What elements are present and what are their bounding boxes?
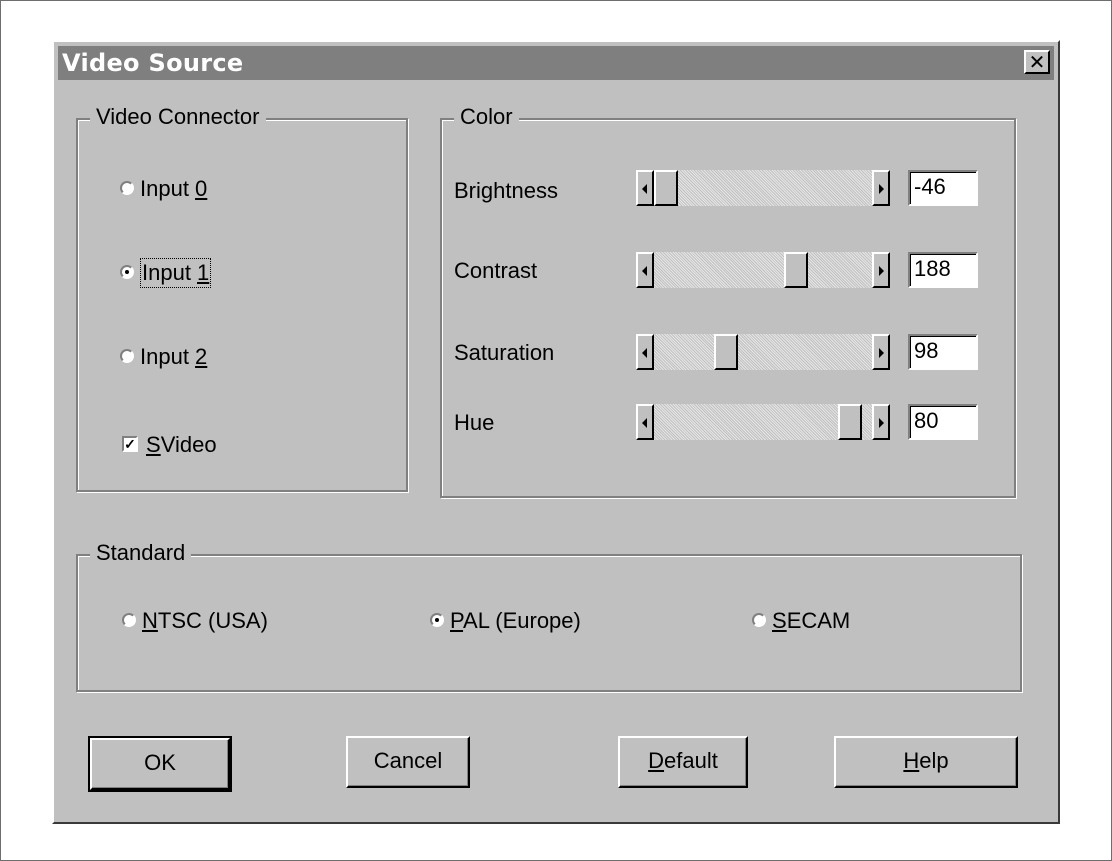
help-button[interactable]: Help: [834, 736, 1018, 788]
input-2-radio[interactable]: Input 2: [120, 342, 270, 372]
svideo-label: SVideo: [146, 432, 217, 457]
cancel-button[interactable]: Cancel: [346, 736, 470, 788]
scroll-right-arrow-icon[interactable]: [872, 252, 890, 288]
scroll-right-arrow-icon[interactable]: [872, 170, 890, 206]
video-connector-legend: Video Connector: [90, 104, 266, 130]
title-bar: Video Source ✕: [58, 46, 1054, 80]
slider-thumb[interactable]: [714, 334, 739, 370]
secam-label: SECAM: [772, 608, 851, 633]
radio-indicator: [120, 349, 134, 363]
input-0-radio[interactable]: Input 0: [120, 174, 270, 204]
ntsc-radio[interactable]: NTSC (USA): [122, 606, 362, 636]
svideo-checkbox[interactable]: ✓ SVideo: [122, 430, 272, 460]
contrast-label: Contrast: [454, 258, 538, 283]
hue-slider[interactable]: [636, 404, 890, 440]
window-title: Video Source: [62, 49, 244, 77]
saturation-slider[interactable]: [636, 334, 890, 370]
hue-label: Hue: [454, 410, 495, 435]
radio-indicator: [122, 613, 136, 627]
input-1-radio[interactable]: Input 1: [120, 258, 270, 288]
video-source-dialog: Video Source ✕ Video Connector Input 0 I…: [52, 40, 1060, 824]
input-1-label: Input 1: [139, 258, 212, 288]
color-legend: Color: [454, 104, 519, 130]
saturation-value[interactable]: 98: [908, 334, 978, 370]
default-button[interactable]: Default: [618, 736, 748, 788]
scroll-right-arrow-icon[interactable]: [872, 334, 890, 370]
standard-group: Standard NTSC (USA) PAL (Europe) SECAM: [76, 540, 1022, 692]
ok-button[interactable]: OK: [88, 736, 232, 792]
hue-value[interactable]: 80: [908, 404, 978, 440]
scroll-left-arrow-icon[interactable]: [636, 252, 654, 288]
check-mark-icon: ✓: [122, 436, 138, 452]
video-connector-group: Video Connector Input 0 Input 1 Input 2 …: [76, 104, 408, 492]
brightness-label: Brightness: [454, 178, 558, 203]
secam-radio[interactable]: SECAM: [752, 606, 952, 636]
saturation-label: Saturation: [454, 340, 555, 365]
brightness-value[interactable]: -46: [908, 170, 978, 206]
radio-indicator: [752, 613, 766, 627]
input-2-label: Input 2: [140, 344, 208, 369]
pal-radio[interactable]: PAL (Europe): [430, 606, 670, 636]
contrast-slider[interactable]: [636, 252, 890, 288]
scroll-right-arrow-icon[interactable]: [872, 404, 890, 440]
pal-label: PAL (Europe): [450, 608, 581, 633]
scroll-left-arrow-icon[interactable]: [636, 334, 654, 370]
close-button[interactable]: ✕: [1024, 50, 1050, 74]
contrast-value[interactable]: 188: [908, 252, 978, 288]
radio-indicator-selected: [120, 265, 134, 279]
color-group: Color Brightness -46 Contrast 188 Satura…: [440, 104, 1016, 498]
slider-thumb[interactable]: [838, 404, 863, 440]
slider-thumb[interactable]: [783, 252, 808, 288]
brightness-slider[interactable]: [636, 170, 890, 206]
scroll-left-arrow-icon[interactable]: [636, 170, 654, 206]
input-0-label: Input 0: [140, 176, 208, 201]
radio-indicator-selected: [430, 613, 444, 627]
slider-thumb[interactable]: [654, 170, 678, 206]
standard-legend: Standard: [90, 540, 192, 566]
ntsc-label: NTSC (USA): [142, 608, 268, 633]
radio-indicator: [120, 181, 134, 195]
scroll-left-arrow-icon[interactable]: [636, 404, 654, 440]
